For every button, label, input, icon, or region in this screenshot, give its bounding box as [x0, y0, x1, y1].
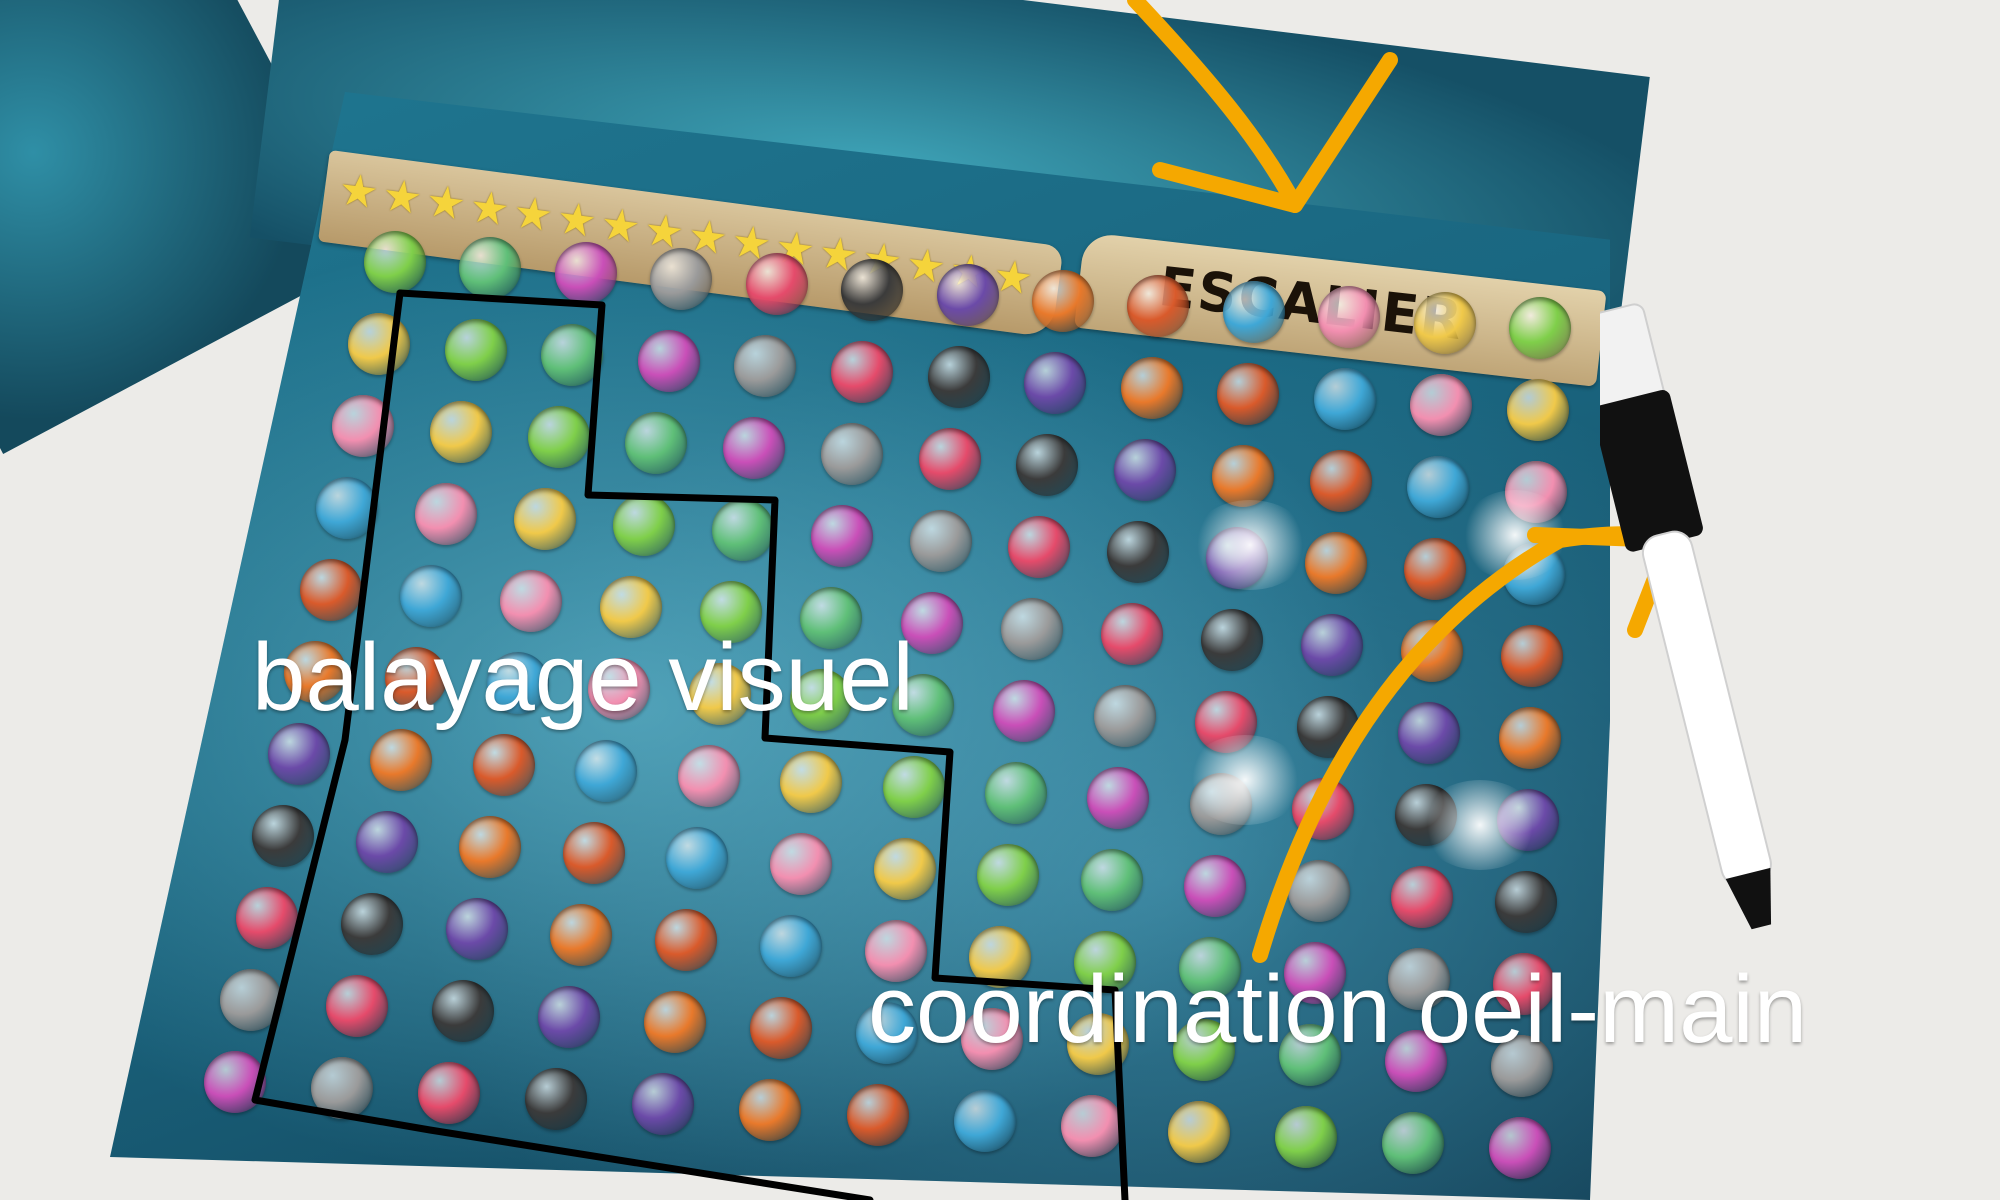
marker-path-line [251, 289, 874, 1200]
arrow-top [1127, 0, 1398, 213]
caption-hand-eye-coordination: coordination oeil-main [868, 956, 1808, 1063]
game-board-photo: ★★★★★★★★★★★★★★★★ ESCALIER balayage visue… [0, 0, 2000, 1200]
caption-visual-scanning: balayage visuel [252, 624, 914, 731]
marker-path-line [396, 289, 1129, 1200]
whiteboard-marker [1600, 303, 1772, 930]
